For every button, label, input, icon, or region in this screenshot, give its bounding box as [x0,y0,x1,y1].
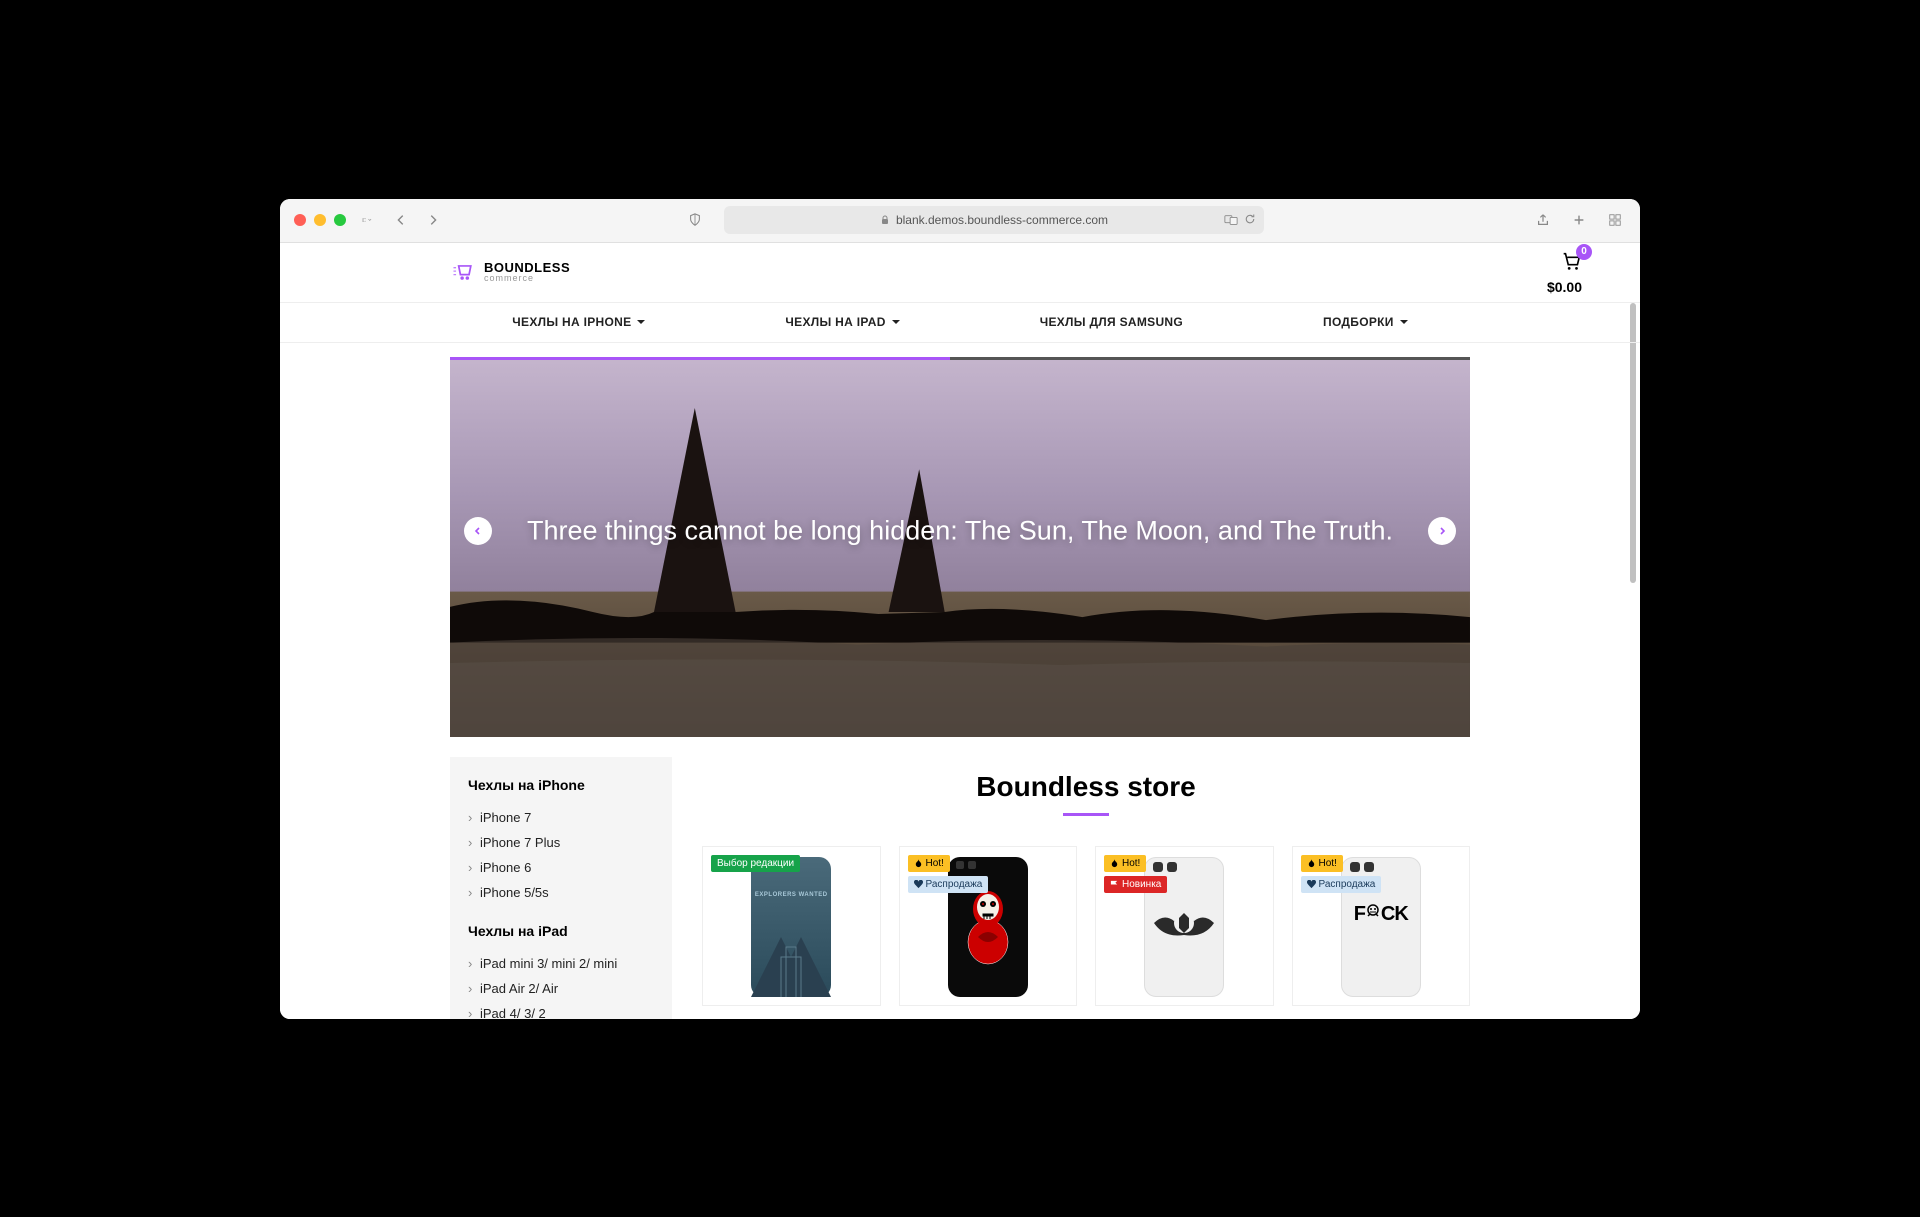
new-tab-button[interactable] [1568,209,1590,231]
chevron-down-icon [368,216,372,224]
chevron-down-icon [892,320,900,324]
slider-prev-button[interactable] [464,517,492,545]
product-card[interactable]: Hot! Распродажа [899,846,1078,1006]
share-button[interactable] [1532,209,1554,231]
badge-hot: Hot! [1104,855,1146,872]
site-header: BOUNDLESS commerce 0 $0.00 [280,243,1640,303]
shield-icon[interactable] [684,209,706,231]
logo[interactable]: BOUNDLESS commerce [450,259,570,285]
url-text: blank.demos.boundless-commerce.com [896,213,1108,227]
product-card[interactable]: Выбор редакции EXPLORERS WANTED [702,846,881,1006]
sidebar-item-ipadair[interactable]: iPad Air 2/ Air [468,976,654,1001]
page-content: BOUNDLESS commerce 0 $0.00 ЧЕХЛЫ НА IPHO… [280,243,1640,1019]
back-button[interactable] [390,209,412,231]
product-deco-text: EXPLORERS WANTED [751,892,831,898]
maximize-window-button[interactable] [334,214,346,226]
slider-progress [450,357,950,360]
chevron-down-icon [1400,320,1408,324]
cart-button[interactable]: 0 $0.00 [1547,250,1582,295]
sidebar-icon [362,218,366,222]
product-grid: Выбор редакции EXPLORERS WANTED Hot! [702,846,1470,1006]
sidebar-group-title: Чехлы на iPhone [468,777,654,793]
badge-hot: Hot! [1301,855,1343,872]
content-area: Чехлы на iPhone iPhone 7 iPhone 7 Plus i… [450,757,1470,1019]
cart-count-badge: 0 [1576,244,1592,260]
badge-editor-choice: Выбор редакции [711,855,800,872]
address-bar[interactable]: blank.demos.boundless-commerce.com [724,206,1264,234]
nav-label: ЧЕХЛЫ НА IPAD [785,315,885,329]
sidebar-item-iphone5[interactable]: iPhone 5/5s [468,880,654,905]
product-card[interactable]: Hot! Новинка [1095,846,1274,1006]
badge-sale: Распродажа [1301,876,1382,893]
hero-slider: Three things cannot be long hidden: The … [450,357,1470,737]
badge-new: Новинка [1104,876,1167,893]
badge-sale: Распродажа [908,876,989,893]
product-card[interactable]: Hot! Распродажа FCK [1292,846,1471,1006]
nav-label: ПОДБОРКИ [1323,315,1394,329]
minimize-window-button[interactable] [314,214,326,226]
heart-icon [1307,880,1316,889]
browser-chrome: blank.demos.boundless-commerce.com [280,199,1640,243]
sidebar-group-title: Чехлы на iPad [468,923,654,939]
sidebar-item-iphone7plus[interactable]: iPhone 7 Plus [468,830,654,855]
logo-sub-text: commerce [484,274,570,283]
sidebar-toggle[interactable] [362,216,372,224]
main-content: Boundless store Выбор редакции EXPLORERS… [702,757,1470,1019]
category-sidebar: Чехлы на iPhone iPhone 7 iPhone 7 Plus i… [450,757,672,1019]
forward-button[interactable] [422,209,444,231]
sidebar-item-ipad4[interactable]: iPad 4/ 3/ 2 [468,1001,654,1019]
close-window-button[interactable] [294,214,306,226]
flag-icon [1110,880,1119,889]
cart-total: $0.00 [1547,279,1582,295]
chevron-down-icon [637,320,645,324]
product-image: EXPLORERS WANTED [751,857,831,997]
nav-label: ЧЕХЛЫ НА IPHONE [512,315,631,329]
traffic-lights [294,214,346,226]
sidebar-item-iphone7[interactable]: iPhone 7 [468,805,654,830]
hero-text: Three things cannot be long hidden: The … [527,516,1393,547]
sidebar-item-iphone6[interactable]: iPhone 6 [468,855,654,880]
heart-icon [914,880,923,889]
tabs-overview-button[interactable] [1604,209,1626,231]
sidebar-item-ipadmini[interactable]: iPad mini 3/ mini 2/ mini [468,951,654,976]
browser-window: blank.demos.boundless-commerce.com [280,199,1640,1019]
nav-item-samsung[interactable]: ЧЕХЛЫ ДЛЯ SAMSUNG [1040,315,1183,329]
translate-icon[interactable] [1224,213,1238,227]
lock-icon [880,215,890,225]
nav-item-iphone[interactable]: ЧЕХЛЫ НА IPHONE [512,315,645,329]
main-title: Boundless store [702,771,1470,803]
badge-hot: Hot! [908,855,950,872]
nav-item-collections[interactable]: ПОДБОРКИ [1323,315,1408,329]
title-underline [1063,813,1109,816]
logo-icon [450,259,476,285]
slider-next-button[interactable] [1428,517,1456,545]
flame-icon [914,859,923,868]
nav-label: ЧЕХЛЫ ДЛЯ SAMSUNG [1040,315,1183,329]
main-nav: ЧЕХЛЫ НА IPHONE ЧЕХЛЫ НА IPAD ЧЕХЛЫ ДЛЯ … [280,303,1640,343]
nav-item-ipad[interactable]: ЧЕХЛЫ НА IPAD [785,315,899,329]
flame-icon [1307,859,1316,868]
reload-icon[interactable] [1244,213,1256,225]
flame-icon [1110,859,1119,868]
